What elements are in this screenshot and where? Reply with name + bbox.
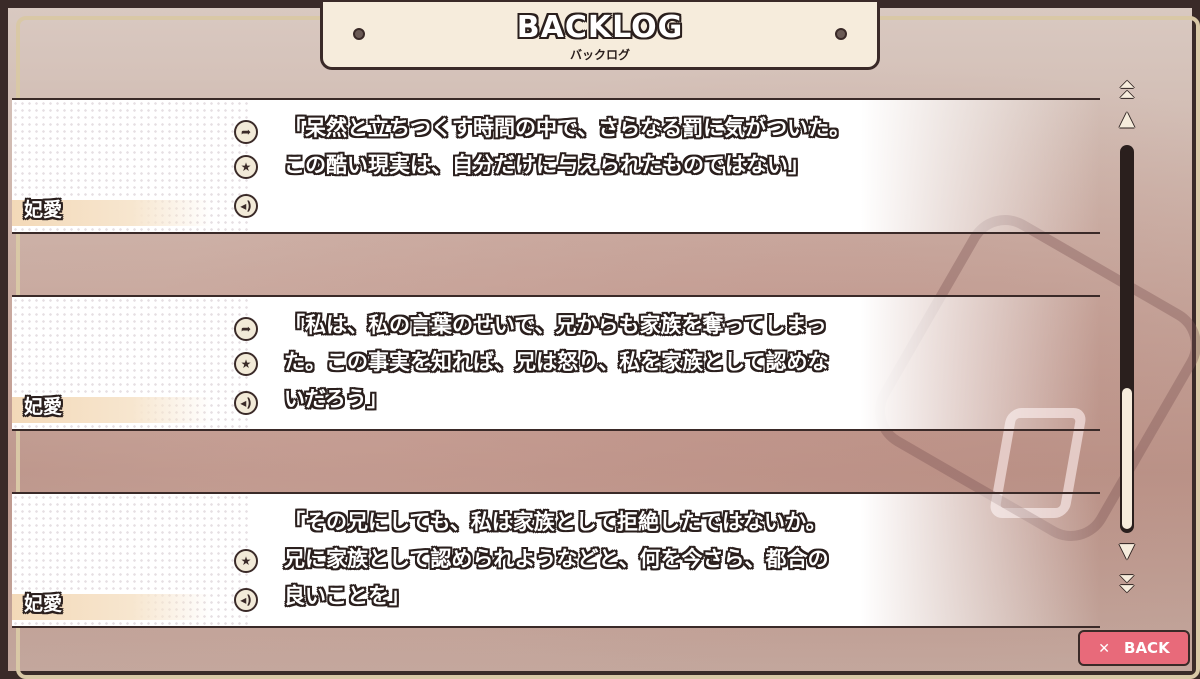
scroll-up-button[interactable]: ▲	[1114, 108, 1140, 128]
speaker-name: 妃愛	[24, 593, 63, 615]
speaker-name: 妃愛	[24, 396, 63, 418]
jump-icon[interactable]: ➦	[234, 120, 258, 144]
scroll-top-icon: ⏶	[1119, 82, 1135, 106]
voice-icon[interactable]: ◂)	[234, 194, 258, 218]
voice-icon[interactable]: ◂)	[234, 391, 258, 415]
close-icon: ✕	[1098, 641, 1111, 657]
dialogue-text: 「その兄にしても、私は家族として拒絶したではないか。 兄に家族として認められよう…	[284, 510, 829, 608]
jump-icon[interactable]: ➦	[234, 317, 258, 341]
scrollbar-track[interactable]	[1120, 145, 1134, 533]
star-icon[interactable]: ★	[234, 155, 258, 179]
backlog-entry[interactable]: 妃愛 ➦ ★ ◂) 「呆然と立ちつくす時間の中で、さらなる罰に気がついた。 この…	[12, 98, 1100, 234]
back-button[interactable]: ✕ BACK	[1078, 630, 1190, 666]
speaker-name: 妃愛	[24, 199, 63, 221]
page-subtitle: バックログ	[569, 48, 630, 62]
star-icon[interactable]: ★	[234, 352, 258, 376]
voice-icon[interactable]: ◂)	[234, 588, 258, 612]
page-title: BACKLOG	[516, 10, 684, 45]
backlog-entry[interactable]: 妃愛 ★ ◂) 「その兄にしても、私は家族として拒絶したではないか。 兄に家族と…	[12, 492, 1100, 628]
title-plate: BACKLOG バックログ	[320, 2, 880, 70]
dialogue-text: 「私は、私の言葉のせいで、兄からも家族を奪ってしまっ た。この事実を知れば、兄は…	[284, 313, 829, 411]
dialogue-text: 「呆然と立ちつくす時間の中で、さらなる罰に気がついた。 この酷い現実は、自分だけ…	[284, 116, 851, 177]
scroll-bottom-icon: ⏷	[1119, 576, 1135, 600]
scroll-down-button[interactable]: ▼	[1114, 540, 1140, 560]
star-icon[interactable]: ★	[234, 549, 258, 573]
back-label: BACK	[1124, 639, 1170, 657]
backlog-entry[interactable]: 妃愛 ➦ ★ ◂) 「私は、私の言葉のせいで、兄からも家族を奪ってしまっ た。こ…	[12, 295, 1100, 431]
scrollbar-thumb[interactable]	[1122, 387, 1132, 529]
